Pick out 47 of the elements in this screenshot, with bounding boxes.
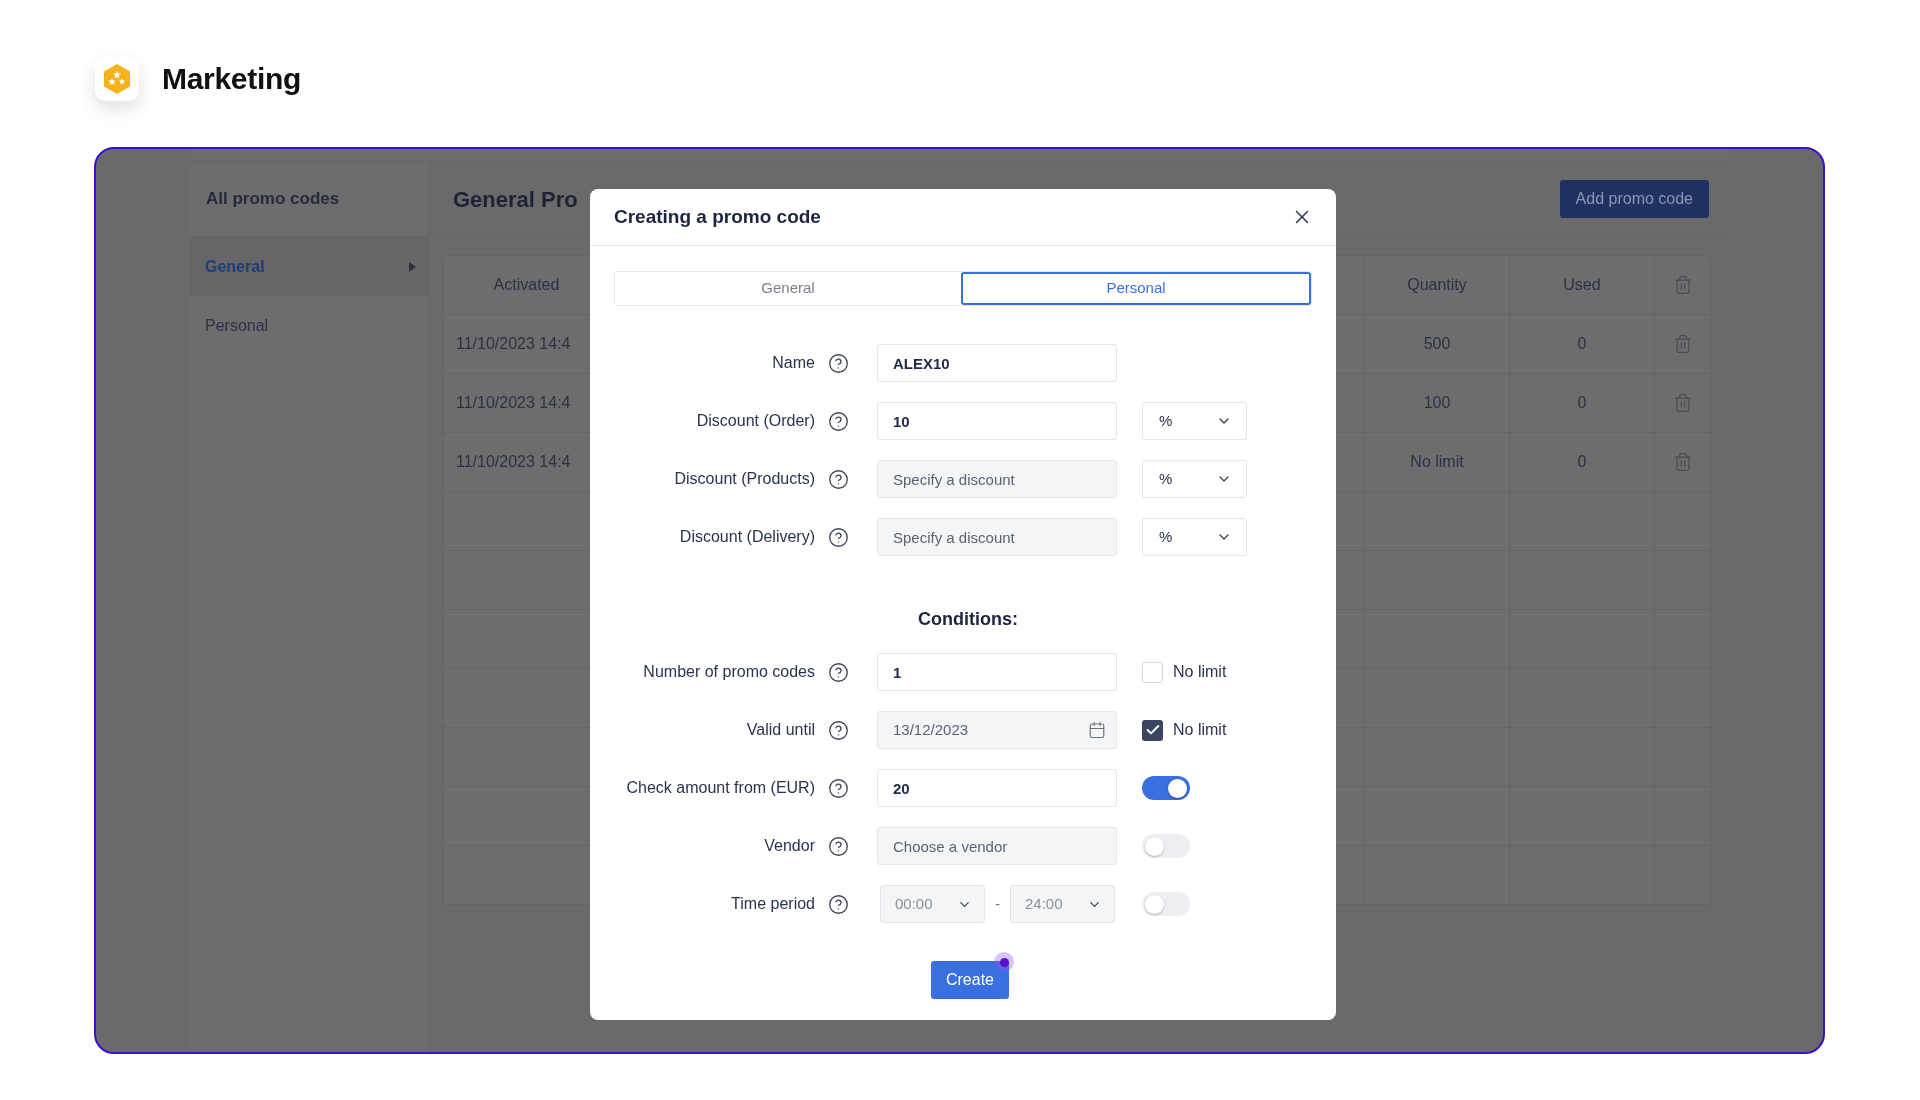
field-label: Number of promo codes: [642, 662, 815, 682]
section-heading: Conditions:: [918, 608, 1018, 631]
add-promo-code-button[interactable]: Add promo code: [1559, 180, 1709, 218]
field-label: Check amount from (EUR): [625, 778, 815, 798]
create-button[interactable]: Create: [931, 961, 1009, 999]
checkbox[interactable]: [1142, 661, 1163, 683]
range-separator: -: [995, 894, 1000, 914]
unit-select[interactable]: %: [1142, 402, 1247, 440]
toggle-switch[interactable]: [1142, 776, 1190, 800]
checkbox-label: No limit: [1173, 662, 1227, 682]
column-header: Quantity: [1365, 256, 1510, 315]
help-icon[interactable]: [828, 526, 849, 548]
caret-icon: [409, 261, 416, 272]
table-cell: 0: [1510, 374, 1655, 433]
main-title: General Pro: [453, 185, 578, 214]
field-label: Discount (Order): [695, 411, 815, 431]
field-label: Discount (Products): [673, 469, 815, 489]
help-icon[interactable]: [828, 777, 849, 799]
column-header: Used: [1510, 256, 1655, 315]
help-icon[interactable]: [828, 352, 849, 374]
page-title: Marketing: [162, 61, 301, 97]
help-icon[interactable]: [828, 893, 849, 915]
input-field[interactable]: ALEX10: [877, 344, 1117, 382]
checkbox-label: No limit: [1173, 720, 1227, 740]
tab[interactable]: Personal: [961, 272, 1311, 305]
click-marker-icon: [994, 952, 1014, 972]
help-icon[interactable]: [828, 410, 849, 432]
field-label: Time period: [730, 894, 815, 914]
table-cell: 100: [1365, 374, 1510, 433]
app-logo: [95, 56, 139, 101]
table-cell: 0: [1510, 433, 1655, 492]
modal-title: Creating a promo code: [614, 204, 821, 229]
help-icon[interactable]: [828, 719, 849, 741]
input-field[interactable]: 1: [877, 653, 1117, 691]
table-cell: 0: [1510, 315, 1655, 374]
field-label: Discount (Delivery): [678, 527, 815, 547]
table-cell: No limit: [1365, 433, 1510, 492]
help-icon[interactable]: [828, 661, 849, 683]
sidebar-title: All promo codes: [206, 188, 340, 211]
table-cell: 500: [1365, 315, 1510, 374]
help-icon[interactable]: [828, 468, 849, 490]
help-icon[interactable]: [828, 835, 849, 857]
input-field[interactable]: 20: [877, 769, 1117, 807]
field-label: Name: [771, 353, 815, 373]
field-label: Vendor: [763, 836, 815, 856]
field-label: Valid until: [745, 720, 815, 740]
input-field[interactable]: 10: [877, 402, 1117, 440]
